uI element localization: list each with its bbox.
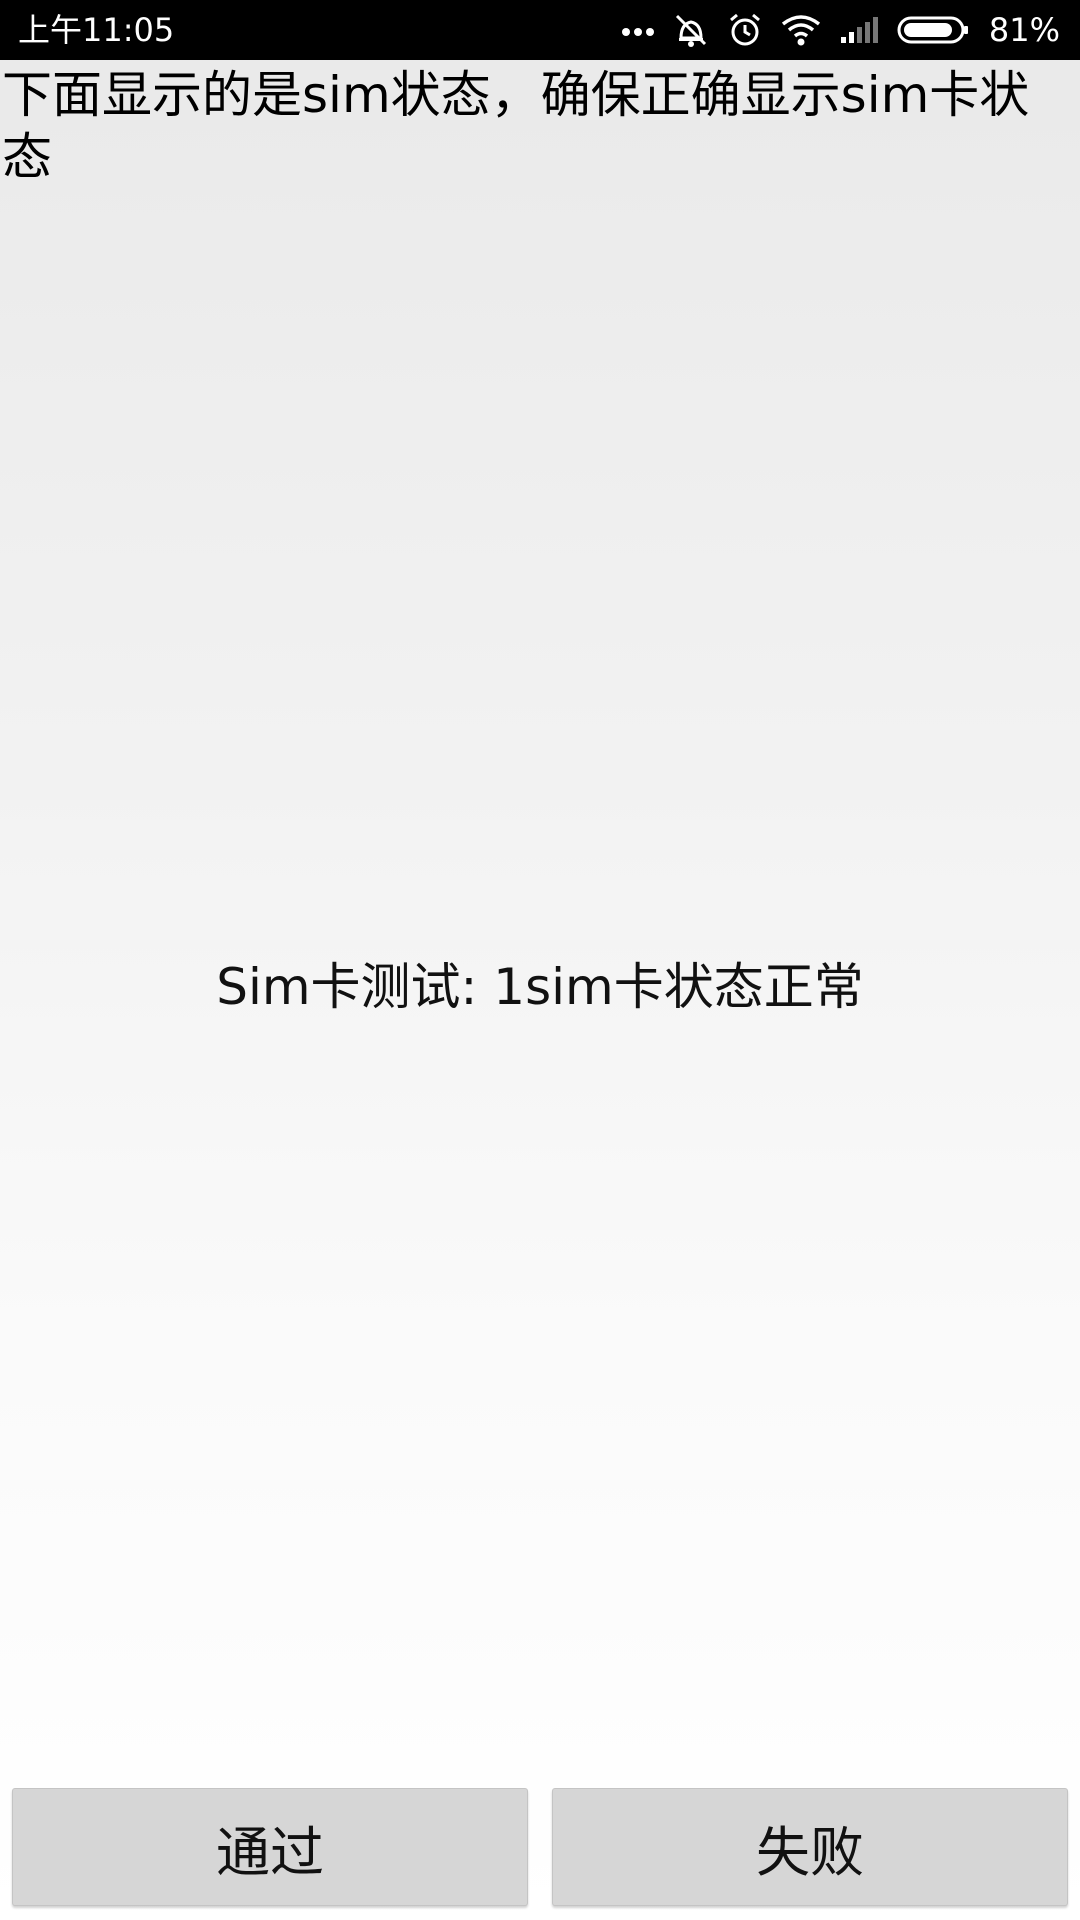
status-time: 上午11:05: [18, 11, 175, 49]
fail-button[interactable]: 失败: [552, 1788, 1068, 1906]
status-icons: 81%: [621, 0, 1060, 60]
status-bar: 上午11:05 81%: [0, 0, 1080, 60]
wifi-icon: [781, 14, 821, 46]
signal-icon: [839, 15, 879, 45]
battery-percent: 81%: [988, 11, 1060, 49]
sim-status-text: Sim卡测试: 1sim卡状态正常: [216, 958, 864, 1016]
more-dots-icon: [621, 24, 655, 36]
pass-button[interactable]: 通过: [12, 1788, 528, 1906]
alarm-icon: [727, 12, 763, 48]
battery-icon: [897, 15, 971, 45]
instruction-text: 下面显示的是sim状态，确保正确显示sim卡状态: [2, 66, 1030, 186]
vibrate-icon: [673, 12, 709, 48]
